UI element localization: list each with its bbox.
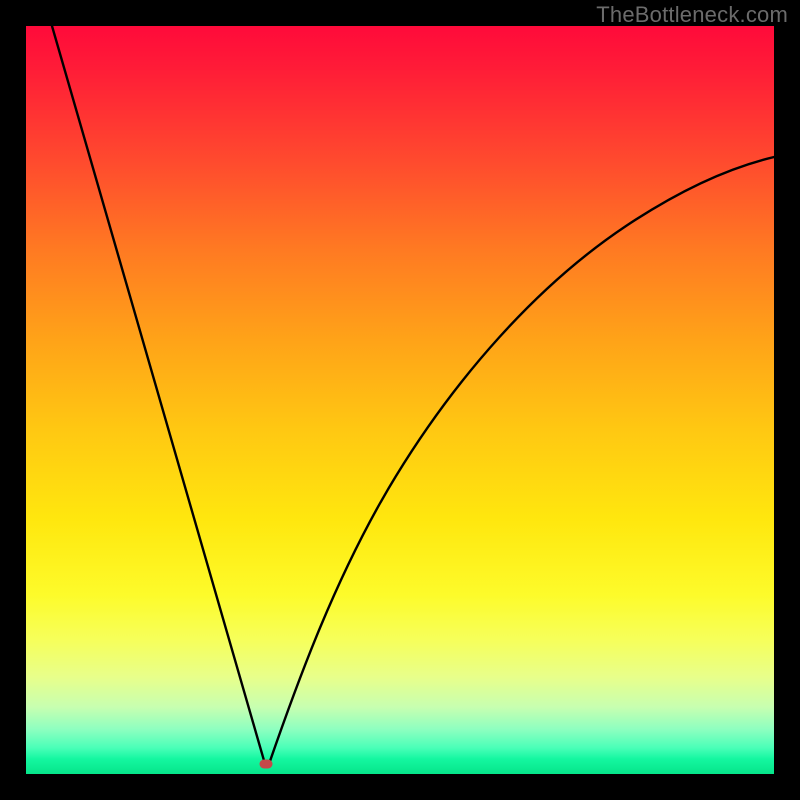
curve-path bbox=[52, 26, 774, 766]
chart-frame: TheBottleneck.com bbox=[0, 0, 800, 800]
watermark-text: TheBottleneck.com bbox=[596, 2, 788, 28]
bottleneck-curve bbox=[26, 26, 774, 774]
optimal-marker bbox=[260, 760, 273, 769]
plot-area bbox=[26, 26, 774, 774]
